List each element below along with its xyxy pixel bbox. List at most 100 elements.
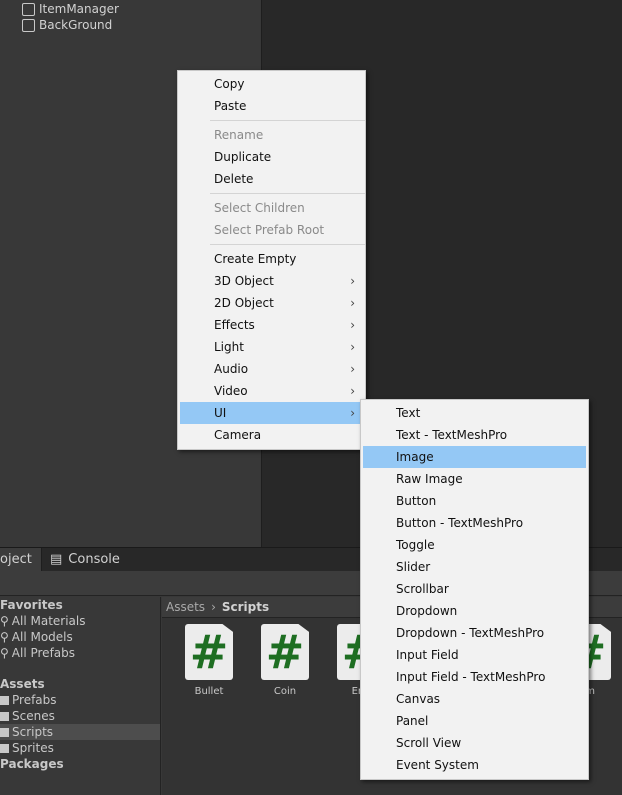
script-asset[interactable]: # Coin: [250, 624, 320, 697]
menu-separator: [210, 193, 365, 194]
menu-item-label: Text: [396, 406, 421, 420]
script-asset[interactable]: # Bullet: [174, 624, 244, 697]
submenu-item-panel[interactable]: Panel: [363, 710, 586, 732]
menu-item-label: Dropdown: [396, 604, 458, 618]
item-label: Scripts: [12, 725, 54, 739]
menu-item-label: Raw Image: [396, 472, 463, 486]
item-label: All Materials: [11, 614, 86, 628]
csharp-script-icon: #: [261, 624, 309, 680]
menu-item-2d-object[interactable]: 2D Object ›: [180, 292, 365, 314]
menu-item-label: Button - TextMeshPro: [396, 516, 524, 530]
menu-item-label: Camera: [214, 428, 262, 442]
menu-item-label: Scrollbar: [396, 582, 449, 596]
menu-item-label: Duplicate: [214, 150, 272, 164]
csharp-script-icon: #: [185, 624, 233, 680]
menu-item-3d-object[interactable]: 3D Object ›: [180, 270, 365, 292]
submenu-item-dropdown[interactable]: Dropdown: [363, 600, 586, 622]
submenu-item-input-field[interactable]: Input Field: [363, 644, 586, 666]
menu-item-label: Copy: [214, 77, 245, 91]
folder-icon: [0, 711, 9, 721]
menu-item-copy[interactable]: Copy: [180, 73, 365, 95]
menu-item-label: Event System: [396, 758, 479, 772]
menu-item-label: Select Prefab Root: [214, 223, 325, 237]
menu-item-label: Toggle: [396, 538, 435, 552]
menu-item-label: Paste: [214, 99, 247, 113]
menu-item-label: UI: [214, 406, 227, 420]
menu-item-label: Panel: [396, 714, 429, 728]
breadcrumb-scripts[interactable]: Scripts: [222, 600, 269, 614]
tab-project[interactable]: oject: [0, 548, 42, 571]
menu-item-audio[interactable]: Audio ›: [180, 358, 365, 380]
item-label: All Prefabs: [11, 646, 76, 660]
submenu-item-scroll-view[interactable]: Scroll View: [363, 732, 586, 754]
submenu-item-scrollbar[interactable]: Scrollbar: [363, 578, 586, 600]
packages-header[interactable]: Packages: [0, 756, 160, 772]
menu-item-label: Input Field: [396, 648, 459, 662]
folder-item[interactable]: Sprites: [0, 740, 160, 756]
chevron-right-icon: ›: [350, 362, 355, 376]
menu-item-ui[interactable]: UI ›: [180, 402, 365, 424]
menu-item-create-empty[interactable]: Create Empty: [180, 248, 365, 270]
submenu-item-button-textmeshpro[interactable]: Button - TextMeshPro: [363, 512, 586, 534]
menu-separator: [210, 120, 365, 121]
menu-item-label: Audio: [214, 362, 249, 376]
submenu-item-image[interactable]: Image: [363, 446, 586, 468]
submenu-item-toggle[interactable]: Toggle: [363, 534, 586, 556]
search-icon: ⚲: [0, 646, 9, 660]
submenu-item-input-field-textmeshpro[interactable]: Input Field - TextMeshPro: [363, 666, 586, 688]
menu-item-delete[interactable]: Delete: [180, 168, 365, 190]
menu-item-rename: Rename: [180, 124, 365, 146]
menu-item-label: Image: [396, 450, 434, 464]
menu-item-effects[interactable]: Effects ›: [180, 314, 365, 336]
submenu-item-text[interactable]: Text: [363, 402, 586, 424]
gameobject-icon: [22, 18, 35, 32]
tab-console[interactable]: ▤ Console: [42, 548, 128, 571]
asset-label: Bullet: [194, 686, 224, 697]
favorite-item[interactable]: ⚲ All Materials: [0, 613, 160, 629]
ui-submenu: Text Text - TextMeshPro Image Raw Image Butt…: [360, 399, 589, 780]
submenu-item-slider[interactable]: Slider: [363, 556, 586, 578]
menu-item-label: Effects: [214, 318, 255, 332]
menu-item-camera[interactable]: Camera: [180, 424, 365, 446]
folder-icon: [0, 695, 9, 705]
menu-item-light[interactable]: Light ›: [180, 336, 365, 358]
hierarchy-item[interactable]: ItemManager: [22, 1, 119, 17]
chevron-right-icon: ›: [350, 384, 355, 398]
favorite-item[interactable]: ⚲ All Models: [0, 629, 160, 645]
menu-item-label: Input Field - TextMeshPro: [396, 670, 546, 684]
favorites-header[interactable]: Favorites: [0, 597, 160, 613]
breadcrumb-assets[interactable]: Assets: [166, 600, 205, 614]
menu-item-label: Rename: [214, 128, 264, 142]
menu-item-paste[interactable]: Paste: [180, 95, 365, 117]
folder-item[interactable]: Prefabs: [0, 692, 160, 708]
submenu-item-dropdown-textmeshpro[interactable]: Dropdown - TextMeshPro: [363, 622, 586, 644]
item-label: Scenes: [12, 709, 55, 723]
hierarchy-item[interactable]: BackGround: [22, 17, 112, 33]
tab-label: Console: [68, 552, 120, 567]
menu-item-label: Canvas: [396, 692, 441, 706]
favorite-item[interactable]: ⚲ All Prefabs: [0, 645, 160, 661]
chevron-right-icon: ›: [350, 340, 355, 354]
folder-item[interactable]: Scenes: [0, 708, 160, 724]
folder-icon: [0, 743, 9, 753]
menu-item-label: 3D Object: [214, 274, 274, 288]
submenu-item-canvas[interactable]: Canvas: [363, 688, 586, 710]
folder-item[interactable]: Scripts: [0, 724, 160, 740]
submenu-item-event-system[interactable]: Event System: [363, 754, 586, 776]
chevron-right-icon: ›: [350, 318, 355, 332]
assets-header[interactable]: Assets: [0, 676, 160, 692]
project-tree: Favorites ⚲ All Materials ⚲ All Models ⚲ Al…: [0, 597, 161, 795]
submenu-item-raw-image[interactable]: Raw Image: [363, 468, 586, 490]
submenu-item-button[interactable]: Button: [363, 490, 586, 512]
item-label: Prefabs: [12, 693, 57, 707]
tab-label: oject: [0, 552, 32, 567]
menu-item-label: Create Empty: [214, 252, 297, 266]
search-icon: ⚲: [0, 614, 9, 628]
gameobject-icon: [22, 2, 35, 16]
submenu-item-text-textmeshpro[interactable]: Text - TextMeshPro: [363, 424, 586, 446]
menu-item-label: Video: [214, 384, 248, 398]
item-label: Sprites: [12, 741, 54, 755]
menu-item-video[interactable]: Video ›: [180, 380, 365, 402]
menu-item-select-prefab-root: Select Prefab Root: [180, 219, 365, 241]
menu-item-duplicate[interactable]: Duplicate: [180, 146, 365, 168]
